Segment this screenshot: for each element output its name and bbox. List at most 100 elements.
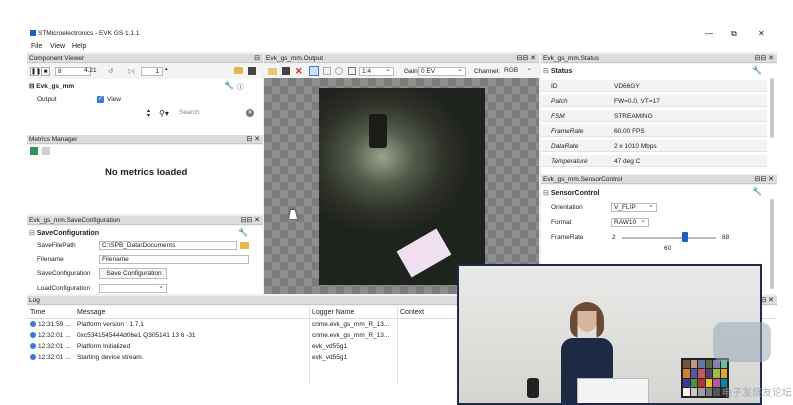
save-icon[interactable] (248, 67, 256, 75)
rewind-icon[interactable]: ↺ (108, 67, 113, 75)
wrench-icon[interactable]: 🔧 (752, 66, 762, 75)
title-bar: STMicroelectronics - EVK GS 1.1.1 — ⧉ ✕ (27, 27, 777, 41)
wrench-icon[interactable]: 🔧 (752, 187, 762, 196)
panel-controls-icon[interactable]: ⊟⊟ ✕ (516, 54, 536, 63)
log-message: 0xc5341545444d06e1 Q305141 13 6 -31 (77, 332, 196, 339)
save-path-input[interactable]: C:\SPB_Data\Documents (99, 241, 237, 250)
browse-folder-icon[interactable] (240, 242, 249, 249)
search-input[interactable]: Search (177, 109, 257, 118)
status-framerate-value: 60.00 FPS (614, 128, 645, 135)
save-icon[interactable] (282, 67, 290, 75)
close-button[interactable]: ✕ (758, 29, 765, 38)
view-checkbox[interactable]: ✓ (97, 96, 104, 103)
preview-lamp-shape (369, 114, 387, 148)
clear-search-icon[interactable]: ✕ (246, 109, 254, 117)
log-time: 12:32:01 ... (38, 332, 71, 339)
wrench-icon[interactable]: 🔧 (238, 228, 248, 237)
rate-input[interactable]: 4.21 (82, 67, 102, 76)
step-forward-icon[interactable]: ▷| (128, 67, 135, 75)
copy-icon[interactable] (323, 67, 331, 75)
no-metrics-message: No metrics loaded (105, 167, 188, 178)
save-config-header: Evk_gs_mm.SaveConfiguration ⊟⊟ ✕ (27, 216, 263, 225)
menu-view[interactable]: View (50, 43, 65, 50)
save-config-section: SaveConfiguration (29, 229, 99, 237)
step-input[interactable]: 1 (141, 67, 163, 76)
panel-controls-icon[interactable]: ⊟⊟ ✕ (754, 175, 774, 184)
maximize-button[interactable]: ⧉ (731, 29, 737, 39)
sensor-control-header: Evk_gs_mm.SensorControl ⊟⊟ ✕ (541, 175, 777, 184)
output-label: Output (37, 96, 57, 103)
search-icon[interactable]: ⚲▾ (159, 109, 169, 118)
wrench-icon[interactable]: 🔧 (224, 81, 234, 90)
zoom-icon[interactable] (348, 67, 356, 75)
info-icon (30, 332, 36, 338)
info-circle-icon[interactable]: ⓘ (237, 81, 244, 91)
panel-controls-icon[interactable]: ⊟⊟ ✕ (240, 216, 260, 225)
sensor-scrollbar[interactable] (770, 199, 774, 289)
status-temperature-value: 47 deg C (614, 158, 641, 165)
save-config-button[interactable]: Save Configuration (99, 268, 167, 279)
log-logger: evk_vd55g1 (312, 354, 348, 361)
save-path-label: SaveFilePath (37, 242, 76, 249)
snapshot-icon[interactable] (335, 67, 343, 75)
framerate-slider-track[interactable] (622, 237, 716, 239)
status-fsm-label: FSM (551, 113, 565, 120)
status-panel: Status 🔧 ID VD66GY Patch FW=0.0, VT=17 F… (541, 64, 777, 174)
log-col-logger[interactable]: Logger Name (312, 309, 392, 316)
info-icon (30, 321, 36, 327)
panel-float-icon[interactable]: ⊟ (254, 54, 260, 63)
status-scrollbar[interactable] (770, 78, 774, 138)
sensor-control-section: SensorControl (543, 189, 600, 197)
stop-button[interactable]: ■ (41, 67, 50, 76)
component-tree: ⊟ Evk_gs_mm 🔧 ⓘ Output ✓ View ▴ ▾ ⚲▾ Sear… (27, 79, 263, 137)
gain-select[interactable]: 0 EV (418, 66, 466, 76)
log-message: Platform Initialized (77, 343, 131, 350)
camera-device-shape (527, 378, 539, 398)
step-spin-icon[interactable]: ▴ (165, 66, 168, 72)
pause-button[interactable]: ❚❚ (30, 67, 41, 76)
log-col-time[interactable]: Time (30, 309, 70, 316)
framerate-slider-handle[interactable] (682, 232, 689, 242)
save-config-label: SaveConfiguration (37, 270, 91, 277)
add-metric-icon[interactable] (30, 147, 38, 155)
format-select[interactable]: RAW10 (611, 217, 649, 227)
open-folder-icon[interactable] (234, 67, 243, 74)
window-title: STMicroelectronics - EVK GS 1.1.1 (38, 30, 140, 37)
zoom-select[interactable]: 1:4 (359, 66, 394, 76)
log-col-message[interactable]: Message (77, 309, 177, 316)
app-logo-icon (30, 30, 36, 36)
channel-select[interactable]: RGB (502, 65, 534, 76)
channel-label: Channel: (474, 68, 501, 75)
load-config-select[interactable] (99, 283, 167, 293)
log-message: Platform version : 1.7.1 (77, 321, 144, 328)
fit-view-icon[interactable] (309, 66, 319, 76)
export-metric-icon[interactable] (42, 147, 50, 155)
log-title: Log (29, 297, 40, 304)
camera-preview-image (319, 88, 485, 285)
log-col-context[interactable]: Context (400, 309, 460, 316)
panel-controls-icon[interactable]: ⊟⊟ ✕ (754, 54, 774, 63)
output-toolbar: ✕ 1:4 Gain: 0 EV Channel: RGB (264, 64, 539, 78)
watermark-logo (713, 322, 771, 362)
delete-icon[interactable]: ✕ (295, 66, 303, 77)
minimize-button[interactable]: — (705, 29, 713, 38)
menu-file[interactable]: File (31, 43, 42, 50)
status-datarate-value: 2 x 1010 Mbps (614, 143, 657, 150)
status-row-fsm (541, 110, 767, 122)
sort-arrows-icon[interactable]: ▴ ▾ (147, 108, 150, 119)
orientation-select[interactable]: V_FLIP (611, 202, 657, 212)
view-label: View (107, 96, 121, 103)
preview-light-spot (396, 228, 452, 278)
menu-help[interactable]: Help (72, 43, 86, 50)
status-patch-value: FW=0.0, VT=17 (614, 98, 660, 105)
output-title: Evk_gs_mm.Output (266, 55, 324, 62)
component-viewer-title: Component Viewer (29, 55, 85, 62)
tree-node-evk[interactable]: ⊟ Evk_gs_mm (29, 82, 74, 90)
open-folder-icon[interactable] (268, 68, 277, 75)
panel-controls-icon[interactable]: ⊟ ✕ (760, 296, 774, 305)
status-datarate-label: DataRate (551, 143, 579, 150)
status-fsm-value: STREAMING (614, 113, 653, 120)
filename-input[interactable]: Filename (99, 255, 249, 264)
panel-controls-icon[interactable]: ⊟ ✕ (246, 135, 260, 144)
log-time: 12:32:01 ... (38, 354, 71, 361)
